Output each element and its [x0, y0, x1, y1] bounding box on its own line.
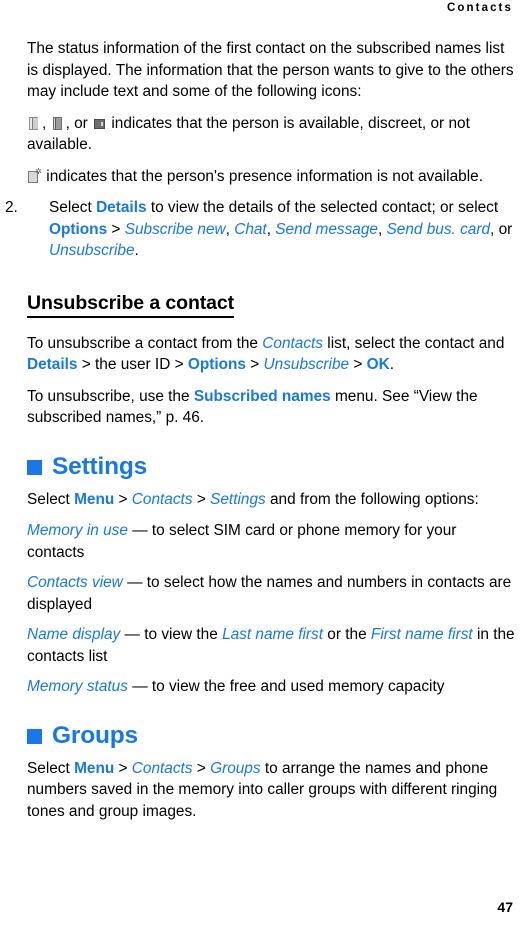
page-number: 47 — [497, 899, 513, 915]
option-name[interactable]: Name display — [27, 626, 120, 643]
list-item: 2. Select Details to view the details of … — [5, 197, 515, 262]
section-heading-groups-label: Groups — [52, 721, 138, 749]
separator-gt-4: > — [349, 356, 367, 373]
option-description-part-2: or the — [323, 626, 371, 643]
section-heading-settings-label: Settings — [52, 452, 148, 480]
text-part-2: list, select the contact and — [323, 334, 505, 352]
presence-unknown-legend-line: ✲ indicates that the person's presence i… — [27, 166, 515, 188]
option-description-part-1: to view the — [144, 626, 223, 643]
link-subscribed-names[interactable]: Subscribed names — [194, 388, 331, 405]
link-settings[interactable]: Settings — [210, 491, 266, 508]
option-value-last-name-first[interactable]: Last name first — [222, 626, 323, 643]
icon-separator-2: , or — [65, 114, 88, 132]
section-heading-groups: Groups — [27, 722, 515, 750]
setting-option-name-display: Name display — to view the Last name fir… — [27, 624, 515, 667]
link-options[interactable]: Options — [188, 356, 246, 373]
link-send-message[interactable]: Send message — [275, 221, 378, 238]
presence-unknown-icon: ✲ — [28, 167, 42, 184]
link-groups[interactable]: Groups — [210, 760, 260, 777]
separator-gt-2: > — [192, 490, 211, 508]
running-header-title: Contacts — [446, 2, 513, 14]
comma-1: , — [225, 220, 235, 238]
setting-option-contacts-view: Contacts view — to select how the names … — [27, 572, 515, 615]
settings-intro-paragraph: Select Menu > Contacts > Settings and fr… — [27, 489, 515, 511]
text-part-1: To unsubscribe a contact from the — [27, 334, 263, 352]
status-discreet-icon — [52, 116, 65, 131]
separator-gt-1: > — [114, 490, 132, 508]
comma-2: , — [266, 220, 276, 238]
link-unsubscribe[interactable]: Unsubscribe — [264, 356, 350, 373]
separator-gt-2: > — [170, 356, 188, 373]
option-name[interactable]: Memory in use — [27, 522, 128, 539]
period: . — [389, 356, 395, 373]
presence-unknown-legend-text: indicates that the person's presence inf… — [46, 167, 483, 185]
text-part-1: Select — [27, 759, 75, 777]
option-name[interactable]: Memory status — [27, 678, 128, 695]
link-contacts[interactable]: Contacts — [262, 335, 323, 352]
list-item-number: 2. — [5, 199, 18, 216]
option-dash: — — [127, 522, 152, 539]
option-name[interactable]: Contacts view — [27, 574, 123, 591]
text-part-1: To unsubscribe, use the — [27, 387, 194, 405]
text-user-id: the user ID — [95, 356, 171, 373]
status-not-available-icon — [93, 116, 106, 131]
option-dash: — — [127, 678, 152, 695]
link-menu[interactable]: Menu — [74, 491, 114, 508]
numbered-list: 2. Select Details to view the details of … — [5, 197, 515, 262]
intro-paragraph: The status information of the first cont… — [27, 40, 514, 100]
unsubscribe-heading-wrap: Unsubscribe a contact — [27, 276, 515, 327]
link-details[interactable]: Details — [96, 199, 146, 216]
setting-option-memory-in-use: Memory in use — to select SIM card or ph… — [27, 520, 515, 563]
comma-3: , — [377, 220, 387, 238]
link-contacts[interactable]: Contacts — [132, 760, 193, 777]
separator-gt: > — [107, 220, 125, 238]
link-menu[interactable]: Menu — [74, 760, 114, 777]
link-subscribe-new[interactable]: Subscribe new — [125, 221, 226, 238]
square-bullet-icon — [27, 729, 42, 744]
link-unsubscribe[interactable]: Unsubscribe — [49, 242, 135, 259]
step-text-part-2: to view the details of the selected cont… — [146, 199, 499, 216]
document-page: Contacts The status information of the f… — [0, 0, 520, 925]
option-description: to view the free and used memory capacit… — [151, 678, 445, 695]
section-heading-settings: Settings — [27, 453, 515, 481]
separator-gt-2: > — [192, 759, 211, 777]
page-content: The status information of the first cont… — [5, 38, 515, 832]
unsubscribe-paragraph-1: To unsubscribe a contact from the Contac… — [27, 333, 515, 376]
link-ok[interactable]: OK — [367, 356, 390, 373]
text-part-1: Select — [27, 490, 75, 508]
text-part-2: and from the following options: — [265, 490, 479, 508]
icon-separator-1: , — [42, 114, 47, 132]
link-chat[interactable]: Chat — [234, 221, 267, 238]
unsubscribe-paragraph-2: To unsubscribe, use the Subscribed names… — [27, 386, 515, 429]
square-bullet-icon — [27, 460, 42, 475]
option-dash: — — [122, 574, 147, 591]
link-details[interactable]: Details — [27, 356, 77, 373]
separator-gt-1: > — [114, 759, 132, 777]
period: . — [134, 242, 139, 259]
section-heading-unsubscribe-a-contact: Unsubscribe a contact — [27, 292, 234, 318]
step-text-part-1: Select — [49, 199, 97, 216]
option-dash: — — [120, 626, 145, 643]
status-available-icon — [28, 116, 41, 131]
groups-paragraph: Select Menu > Contacts > Groups to arran… — [27, 758, 515, 823]
link-options[interactable]: Options — [49, 221, 107, 238]
link-contacts[interactable]: Contacts — [132, 491, 193, 508]
link-send-bus-card[interactable]: Send bus. card — [387, 221, 491, 238]
status-icon-legend-line: , , or indicates that the person is avai… — [27, 113, 515, 156]
separator-gt-3: > — [246, 356, 264, 373]
option-value-first-name-first[interactable]: First name first — [371, 626, 473, 643]
conjunction-or: , or — [490, 220, 513, 238]
separator-gt-1: > — [77, 356, 96, 373]
setting-option-memory-status: Memory status — to view the free and use… — [27, 676, 515, 698]
